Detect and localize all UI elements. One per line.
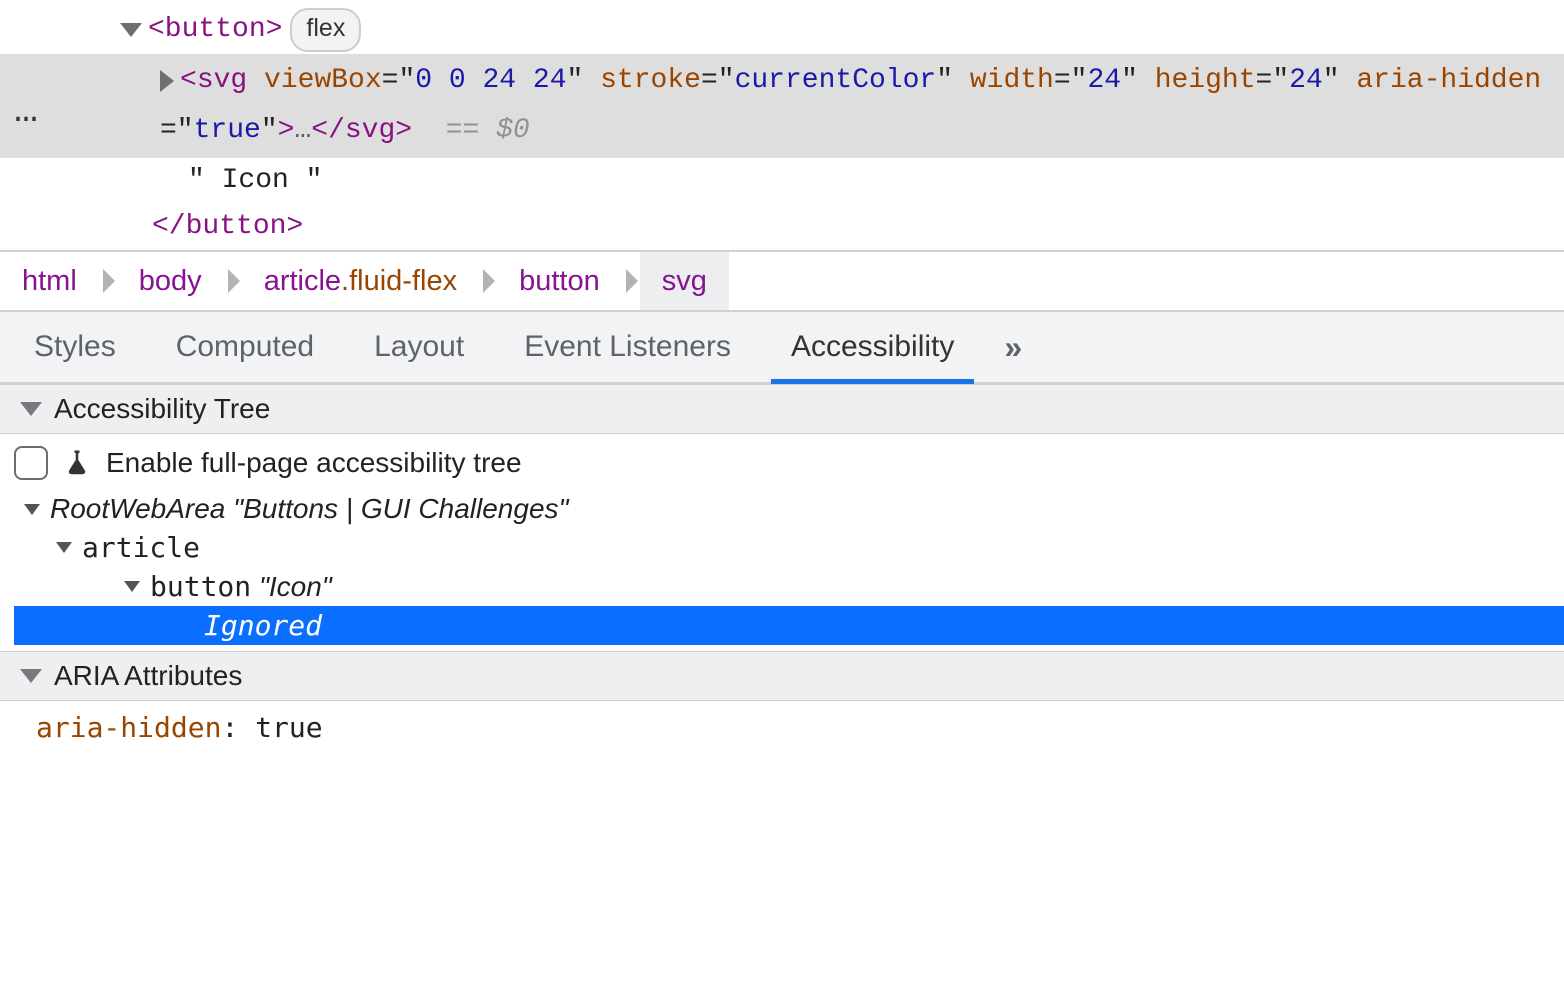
crumb-body[interactable]: body bbox=[117, 252, 224, 310]
section-aria-attributes[interactable]: ARIA Attributes bbox=[0, 651, 1564, 701]
a11y-role: Ignored bbox=[204, 609, 322, 642]
ellipsis: … bbox=[294, 106, 311, 156]
selected-indicator: == $0 bbox=[446, 106, 530, 156]
section-title: Accessibility Tree bbox=[54, 393, 270, 425]
a11y-node-root[interactable]: RootWebArea "Buttons | GUI Challenges" bbox=[14, 490, 1564, 528]
crumb-article[interactable]: article.fluid-flex bbox=[242, 252, 479, 310]
attr-name: height bbox=[1155, 56, 1256, 106]
a11y-role: RootWebArea bbox=[50, 493, 225, 525]
attr-name: stroke bbox=[600, 56, 701, 106]
caret-down-icon bbox=[24, 504, 40, 515]
a11y-role: article bbox=[82, 531, 200, 564]
attr-name: aria-hidden bbox=[1356, 56, 1541, 106]
crumb-html[interactable]: html bbox=[0, 252, 99, 310]
chevron-right-icon bbox=[103, 269, 115, 293]
breadcrumb: html body article.fluid-flex button svg bbox=[0, 250, 1564, 312]
attr-name: viewBox bbox=[264, 56, 382, 106]
enable-full-page-tree-row[interactable]: Enable full-page accessibility tree bbox=[14, 440, 1564, 490]
aria-attr-value: true bbox=[255, 711, 322, 744]
tab-layout[interactable]: Layout bbox=[344, 312, 494, 382]
accessibility-tree-body: Enable full-page accessibility tree Root… bbox=[0, 434, 1564, 651]
enable-full-page-tree-label: Enable full-page accessibility tree bbox=[106, 447, 522, 479]
tabs-overflow-icon[interactable]: » bbox=[1004, 329, 1026, 366]
disclosure-down-icon[interactable] bbox=[120, 23, 142, 37]
attr-value: currentColor bbox=[735, 56, 937, 106]
tag-button-close: </button> bbox=[152, 206, 303, 248]
elements-tree[interactable]: <button> flex … <svg viewBox="0 0 24 24"… bbox=[0, 0, 1564, 250]
sidebar-tabs: Styles Computed Layout Event Listeners A… bbox=[0, 312, 1564, 384]
chevron-right-icon bbox=[483, 269, 495, 293]
a11y-name: "Icon" bbox=[259, 571, 332, 603]
section-title: ARIA Attributes bbox=[54, 660, 242, 692]
chevron-right-icon bbox=[228, 269, 240, 293]
attr-value: 24 bbox=[1087, 56, 1121, 106]
crumb-svg[interactable]: svg bbox=[640, 252, 729, 310]
aria-attr-name: aria-hidden bbox=[36, 711, 221, 744]
attr-value: 24 bbox=[1289, 56, 1323, 106]
disclosure-right-icon[interactable] bbox=[160, 70, 174, 92]
devtools-panel: <button> flex … <svg viewBox="0 0 24 24"… bbox=[0, 0, 1564, 752]
tab-accessibility[interactable]: Accessibility bbox=[761, 312, 984, 382]
a11y-node-ignored[interactable]: Ignored bbox=[14, 606, 1564, 645]
enable-full-page-tree-checkbox[interactable] bbox=[14, 446, 48, 480]
section-accessibility-tree[interactable]: Accessibility Tree bbox=[0, 384, 1564, 434]
tag-svg-close: </svg> bbox=[311, 106, 412, 156]
caret-down-icon bbox=[56, 542, 72, 553]
attr-name: width bbox=[970, 56, 1054, 106]
a11y-node-button[interactable]: button "Icon" bbox=[14, 567, 1564, 606]
crumb-button[interactable]: button bbox=[497, 252, 622, 310]
chevron-right-icon bbox=[626, 269, 638, 293]
tab-event-listeners[interactable]: Event Listeners bbox=[494, 312, 761, 382]
tab-styles[interactable]: Styles bbox=[4, 312, 146, 382]
text-node-content: " Icon " bbox=[188, 160, 322, 202]
dom-text-node[interactable]: " Icon " bbox=[0, 158, 1564, 204]
caret-down-icon bbox=[124, 581, 140, 592]
disclosure-down-icon bbox=[20, 669, 42, 683]
tag-button-open: <button> bbox=[148, 9, 282, 51]
dom-node-button-close[interactable]: </button> bbox=[0, 204, 1564, 250]
gutter-more-icon[interactable]: … bbox=[14, 108, 35, 116]
flask-icon bbox=[62, 448, 92, 478]
tag-svg: svg bbox=[197, 56, 247, 106]
dom-node-svg[interactable]: … <svg viewBox="0 0 24 24" stroke="curre… bbox=[0, 54, 1564, 159]
a11y-name: "Buttons | GUI Challenges" bbox=[233, 493, 568, 525]
flex-badge[interactable]: flex bbox=[290, 8, 361, 52]
dom-node-button-open[interactable]: <button> flex bbox=[0, 6, 1564, 54]
disclosure-down-icon bbox=[20, 402, 42, 416]
attr-value: true bbox=[194, 106, 261, 156]
tab-computed[interactable]: Computed bbox=[146, 312, 344, 382]
a11y-role: button bbox=[150, 570, 251, 603]
aria-attribute-row: aria-hidden: true bbox=[0, 701, 1564, 752]
a11y-node-article[interactable]: article bbox=[14, 528, 1564, 567]
attr-value: 0 0 24 24 bbox=[415, 56, 566, 106]
